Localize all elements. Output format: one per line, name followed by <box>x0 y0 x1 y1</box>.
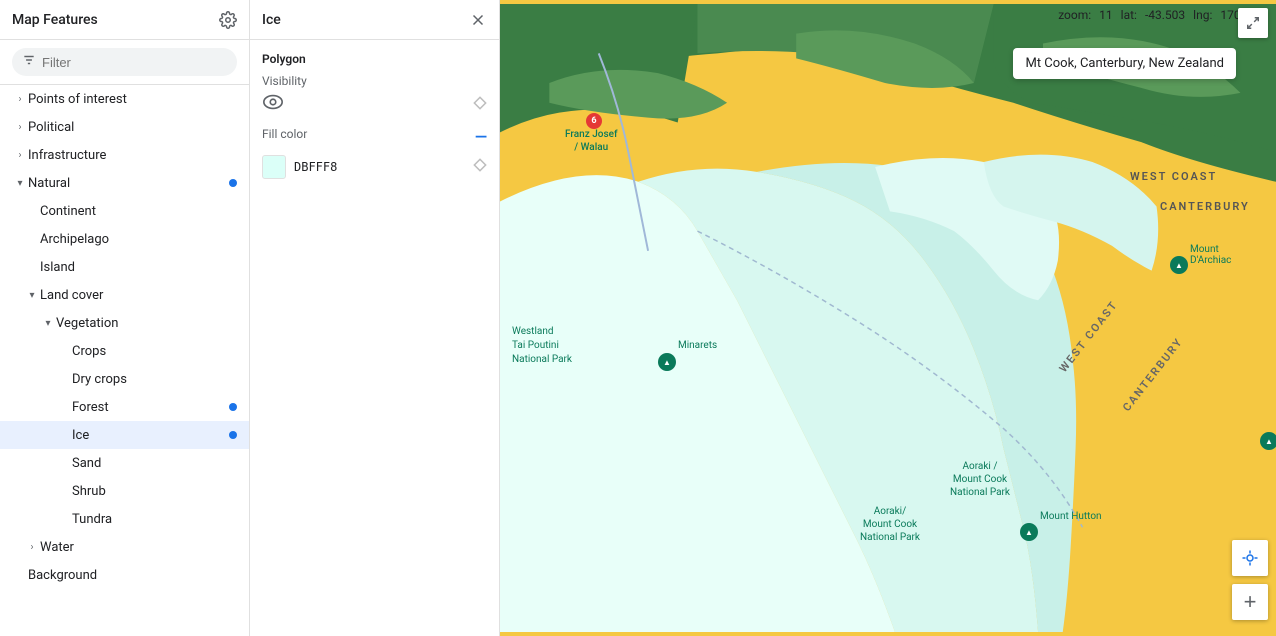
sidebar-item-political[interactable]: ›Political <box>0 113 249 141</box>
dot-forest <box>229 403 237 411</box>
mount-darchiac-marker: ▲ <box>1170 256 1188 274</box>
sidebar-item-continent[interactable]: Continent <box>0 197 249 225</box>
map-tooltip: Mt Cook, Canterbury, New Zealand <box>1013 48 1236 79</box>
filter-icon <box>22 53 36 71</box>
sidebar-label-forest: Forest <box>72 400 225 415</box>
color-swatch[interactable] <box>262 155 286 179</box>
sidebar-item-sand[interactable]: Sand <box>0 449 249 477</box>
sidebar-label-continent: Continent <box>40 204 237 219</box>
dot-natural <box>229 179 237 187</box>
fill-color-row: Fill color — <box>262 127 487 147</box>
franz-josef-badge: 6 <box>586 113 602 129</box>
detail-title: Ice <box>262 12 281 28</box>
color-hex-value: DBFFF8 <box>294 160 337 174</box>
sidebar-item-crops[interactable]: Crops <box>0 337 249 365</box>
sidebar-item-island[interactable]: Island <box>0 253 249 281</box>
sidebar-item-forest[interactable]: Forest <box>0 393 249 421</box>
detail-panel: Ice Polygon Visibility Fill color — DBFF… <box>250 0 500 636</box>
collapse-icon-land-cover[interactable]: ▾ <box>24 287 40 303</box>
sidebar-label-dry-crops: Dry crops <box>72 372 237 387</box>
fill-color-minus-icon[interactable]: — <box>475 129 487 145</box>
fill-diamond-icon[interactable] <box>473 158 487 176</box>
zoom-label: zoom: <box>1058 8 1091 22</box>
minarets-marker: ▲ <box>658 353 676 371</box>
visibility-row <box>262 94 487 115</box>
sidebar-item-dry-crops[interactable]: Dry crops <box>0 365 249 393</box>
sidebar-item-vegetation[interactable]: ▾Vegetation <box>0 309 249 337</box>
eye-icon[interactable] <box>262 94 284 115</box>
filter-input[interactable] <box>42 55 227 70</box>
sidebar-item-water[interactable]: ›Water <box>0 533 249 561</box>
sidebar-label-shrub: Shrub <box>72 484 237 499</box>
sidebar-label-land-cover: Land cover <box>40 288 237 303</box>
sidebar-label-crops: Crops <box>72 344 237 359</box>
expand-icon-infrastructure[interactable]: › <box>12 147 28 163</box>
location-button[interactable] <box>1232 540 1268 576</box>
sidebar: Map Features ›Points of interest›Politic… <box>0 0 250 636</box>
sidebar-label-island: Island <box>40 260 237 275</box>
expand-icon-water[interactable]: › <box>24 539 40 555</box>
dot-ice <box>229 431 237 439</box>
collapse-icon-vegetation[interactable]: ▾ <box>40 315 56 331</box>
sidebar-item-points-of-interest[interactable]: ›Points of interest <box>0 85 249 113</box>
zoom-in-button[interactable]: + <box>1232 584 1268 620</box>
visibility-diamond-icon[interactable] <box>473 96 487 114</box>
sidebar-title: Map Features <box>12 12 98 28</box>
sidebar-label-natural: Natural <box>28 176 225 191</box>
sidebar-item-ice[interactable]: Ice <box>0 421 249 449</box>
sidebar-label-ice: Ice <box>72 428 225 443</box>
sidebar-header: Map Features <box>0 0 249 40</box>
visibility-label: Visibility <box>262 74 487 88</box>
sidebar-label-sand: Sand <box>72 456 237 471</box>
sidebar-item-tundra[interactable]: Tundra <box>0 505 249 533</box>
lng-label: lng: <box>1193 8 1212 22</box>
sidebar-label-political: Political <box>28 120 237 135</box>
map-terrain-svg <box>500 0 1276 636</box>
close-button[interactable] <box>469 11 487 29</box>
filter-input-wrap <box>12 48 237 76</box>
tree-section: ›Points of interest›Political›Infrastruc… <box>0 85 249 636</box>
fill-color-label: Fill color <box>262 127 307 141</box>
sidebar-item-natural[interactable]: ▾Natural <box>0 169 249 197</box>
sidebar-item-land-cover[interactable]: ▾Land cover <box>0 281 249 309</box>
collapse-icon-natural[interactable]: ▾ <box>12 175 28 191</box>
sidebar-item-shrub[interactable]: Shrub <box>0 477 249 505</box>
color-row: DBFFF8 <box>262 155 337 179</box>
sidebar-label-tundra: Tundra <box>72 512 237 527</box>
sidebar-label-vegetation: Vegetation <box>56 316 237 331</box>
gear-icon[interactable] <box>219 11 237 29</box>
sidebar-label-infrastructure: Infrastructure <box>28 148 237 163</box>
mount-hutton-marker: ▲ <box>1020 523 1038 541</box>
detail-header: Ice <box>250 0 499 40</box>
lat-value: -43.503 <box>1145 8 1185 22</box>
sidebar-label-points-of-interest: Points of interest <box>28 92 237 107</box>
filter-bar <box>0 40 249 85</box>
expand-icon-political[interactable]: › <box>12 119 28 135</box>
polygon-label: Polygon <box>262 52 487 66</box>
fullscreen-button[interactable] <box>1238 8 1268 38</box>
mount-sibbald-marker: ▲ <box>1260 432 1276 450</box>
sidebar-label-archipelago: Archipelago <box>40 232 237 247</box>
sidebar-label-background: Background <box>28 568 237 583</box>
sidebar-label-water: Water <box>40 540 237 555</box>
expand-icon-points-of-interest[interactable]: › <box>12 91 28 107</box>
sidebar-item-background[interactable]: Background <box>0 561 249 589</box>
lat-label: lat: <box>1121 8 1137 22</box>
sidebar-item-archipelago[interactable]: Archipelago <box>0 225 249 253</box>
detail-body: Polygon Visibility Fill color — DBFFF8 <box>250 40 499 191</box>
sidebar-item-infrastructure[interactable]: ›Infrastructure <box>0 141 249 169</box>
map-container[interactable]: zoom: 11 lat: -43.503 lng: 170.306 <box>500 0 1276 636</box>
zoom-value: 11 <box>1099 8 1113 22</box>
